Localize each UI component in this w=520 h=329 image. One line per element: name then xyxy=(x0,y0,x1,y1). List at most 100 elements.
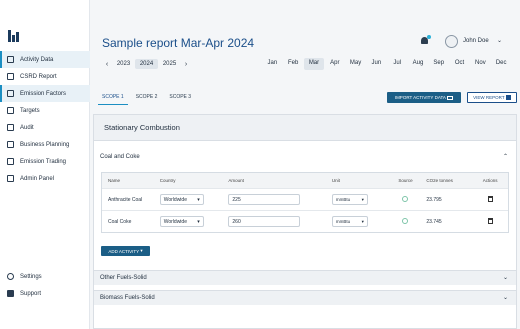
year-2024[interactable]: 2024 xyxy=(135,59,158,69)
sidebar-item-emission-factors[interactable]: Emission Factors xyxy=(0,85,90,102)
month-feb[interactable]: Feb xyxy=(283,58,304,70)
month-oct[interactable]: Oct xyxy=(449,58,470,70)
import-icon xyxy=(447,95,454,100)
month-jan[interactable]: Jan xyxy=(262,58,283,70)
sidebar-item-settings[interactable]: Settings xyxy=(0,268,90,285)
month-jul[interactable]: Jul xyxy=(387,58,408,70)
caret-down-icon: ▾ xyxy=(361,218,364,224)
month-sep[interactable]: Sep xyxy=(428,58,449,70)
col-name: Name xyxy=(108,178,121,183)
sidebar-item-label: Emission Factors xyxy=(20,90,67,97)
sidebar-item-label: Business Planning xyxy=(20,141,70,148)
month-jun[interactable]: Jun xyxy=(366,58,387,70)
admin-icon xyxy=(7,175,14,182)
sidebar-item-label: Targets xyxy=(20,107,40,114)
source-info-icon[interactable] xyxy=(402,195,409,202)
target-icon xyxy=(7,107,14,114)
sidebar-item-label: Admin Panel xyxy=(20,175,55,182)
list-icon xyxy=(7,56,14,63)
sidebar-item-targets[interactable]: Targets xyxy=(0,102,90,119)
support-icon xyxy=(7,290,14,297)
gear-icon xyxy=(7,273,14,280)
sidebar-item-label: CSRD Report xyxy=(20,73,57,80)
year-2023[interactable]: 2023 xyxy=(112,59,135,69)
amount-input[interactable]: 260 xyxy=(228,216,301,227)
month-nov[interactable]: Nov xyxy=(470,58,491,70)
col-country: Country xyxy=(159,178,176,183)
add-activity-button[interactable]: ADD ACTIVITY ▾ xyxy=(101,246,150,256)
panel-title: Stationary Combustion xyxy=(94,115,516,141)
section-other-fuels-solid[interactable]: Other Fuels-Solid ⌄ xyxy=(94,270,516,285)
unit-select[interactable]: mmBtu ▾ xyxy=(331,194,368,205)
tab-scope-2[interactable]: SCOPE 2 xyxy=(132,92,162,105)
sidebar-item-emission-trading[interactable]: Emission Trading xyxy=(0,153,90,170)
section-biomass-fuels-solid[interactable]: Biomass Fuels-Solid ⌄ xyxy=(94,290,516,305)
sidebar-nav: Activity Data CSRD Report Emission Facto… xyxy=(0,51,90,187)
sidebar-item-label: Emission Trading xyxy=(20,158,67,165)
tab-scope-1[interactable]: SCOPE 1 xyxy=(98,92,128,105)
unit-select[interactable]: mmBtu ▾ xyxy=(331,216,368,227)
scope-tabs: SCOPE 1 SCOPE 2 SCOPE 3 xyxy=(98,92,199,105)
caret-down-icon: ▾ xyxy=(361,196,364,202)
sidebar-item-csrd-report[interactable]: CSRD Report xyxy=(0,68,90,85)
month-dec[interactable]: Dec xyxy=(491,58,512,70)
accordion-title-coal-and-coke[interactable]: Coal and Coke xyxy=(100,154,140,160)
app-window: Activity Data CSRD Report Emission Facto… xyxy=(0,0,520,329)
col-source: Source xyxy=(398,178,413,183)
year-2025[interactable]: 2025 xyxy=(158,59,181,69)
year-selector: ‹ 2023 2024 2025 › xyxy=(102,58,191,70)
sidebar-item-label: Settings xyxy=(20,273,42,280)
caret-down-icon: ▾ xyxy=(197,196,200,203)
section-label: Other Fuels-Solid xyxy=(100,275,147,281)
row-name: Anthracite Coal xyxy=(108,196,143,203)
trend-icon xyxy=(7,158,14,165)
country-value: Worldwide xyxy=(163,218,187,225)
sidebar-item-audit[interactable]: Audit xyxy=(0,119,90,136)
user-name[interactable]: John Doe xyxy=(463,38,489,44)
delete-icon[interactable] xyxy=(487,195,493,202)
add-activity-label: ADD ACTIVITY xyxy=(108,248,140,254)
avatar[interactable] xyxy=(445,35,458,48)
sidebar-item-label: Activity Data xyxy=(20,56,54,63)
sidebar-item-admin-panel[interactable]: Admin Panel xyxy=(0,170,90,187)
month-apr[interactable]: Apr xyxy=(324,58,345,70)
briefcase-icon xyxy=(7,141,14,148)
chevron-down-icon: ⌄ xyxy=(502,295,508,301)
sidebar-item-activity-data[interactable]: Activity Data xyxy=(0,51,90,68)
month-aug[interactable]: Aug xyxy=(408,58,429,70)
chevron-down-icon: ⌄ xyxy=(502,275,508,281)
caret-down-icon: ▾ xyxy=(197,218,200,225)
chevron-left-icon[interactable]: ‹ xyxy=(102,61,112,68)
view-report-label: VIEW REPORT xyxy=(473,95,505,100)
table-row: Coal Coke Worldwide ▾ 260 mmBtu ▾ 23.745 xyxy=(102,210,508,232)
amount-input[interactable]: 225 xyxy=(228,194,301,205)
stationary-combustion-panel: Stationary Combustion Coal and Coke ⌃ Na… xyxy=(93,114,517,329)
sidebar-item-support[interactable]: Support xyxy=(0,285,90,302)
sidebar-bottom: Settings Support xyxy=(0,268,90,302)
chevron-right-icon[interactable]: › xyxy=(181,61,191,68)
sidebar: Activity Data CSRD Report Emission Facto… xyxy=(0,0,90,329)
sidebar-item-business-planning[interactable]: Business Planning xyxy=(0,136,90,153)
delete-icon[interactable] xyxy=(487,217,493,224)
audit-icon xyxy=(7,124,14,131)
import-activity-data-button[interactable]: IMPORT ACTIVITY DATA xyxy=(387,92,461,103)
sidebar-item-label: Audit xyxy=(20,124,34,131)
notification-bell-icon[interactable] xyxy=(420,35,431,46)
chevron-down-icon[interactable]: ⌄ xyxy=(497,37,502,44)
country-select[interactable]: Worldwide ▾ xyxy=(159,194,204,205)
view-report-button[interactable]: VIEW REPORT xyxy=(467,92,517,103)
month-may[interactable]: May xyxy=(345,58,366,70)
col-actions: Actions xyxy=(482,178,498,183)
co2e-value: 23.795 xyxy=(426,196,442,203)
row-name: Coal Coke xyxy=(108,218,132,225)
chevron-up-icon[interactable]: ⌃ xyxy=(503,153,508,160)
col-co2e: CO2e tonnes xyxy=(426,178,453,183)
page-title: Sample report Mar-Apr 2024 xyxy=(102,36,255,50)
country-select[interactable]: Worldwide ▾ xyxy=(159,216,204,227)
tab-scope-3[interactable]: SCOPE 3 xyxy=(165,92,195,105)
factors-icon xyxy=(7,90,14,97)
country-value: Worldwide xyxy=(163,196,187,203)
source-info-icon[interactable] xyxy=(402,217,409,224)
report-icon xyxy=(505,95,511,100)
month-mar[interactable]: Mar xyxy=(303,58,325,70)
